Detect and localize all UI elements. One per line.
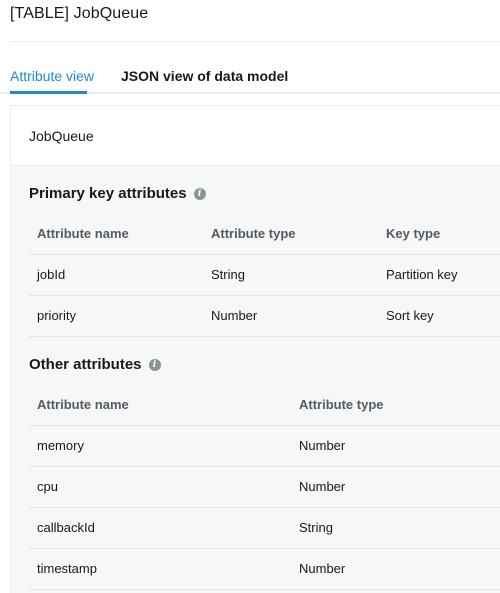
attribute-type: Number [299, 561, 346, 576]
attribute-name: timestamp [37, 561, 97, 576]
tab-attribute-view[interactable]: Attribute view [10, 68, 94, 84]
key-type: Partition key [386, 267, 458, 282]
column-header: Attribute name [37, 397, 129, 412]
other-attributes-section-title: Other attributes i [29, 356, 161, 373]
table-row: priority Number Sort key [29, 296, 500, 337]
title-divider [10, 41, 500, 42]
attribute-type: String [211, 267, 245, 282]
primary-key-heading: Primary key attributes [29, 185, 187, 202]
attribute-name: callbackId [37, 520, 95, 535]
table-row: timestamp Number [29, 549, 500, 590]
info-icon[interactable]: i [193, 187, 206, 200]
table-row: memory Number [29, 426, 500, 467]
table-name: JobQueue [29, 128, 94, 144]
attribute-type: String [299, 520, 333, 535]
column-header: Attribute name [37, 226, 129, 241]
info-icon[interactable]: i [148, 358, 161, 371]
active-tab-indicator [10, 91, 87, 94]
column-header: Attribute type [211, 226, 296, 241]
table-row: callbackId String [29, 508, 500, 549]
other-attributes-heading: Other attributes [29, 356, 142, 373]
page-title: [TABLE] JobQueue [10, 5, 149, 22]
attribute-type: Number [211, 308, 258, 323]
table-row: jobId String Partition key [29, 255, 500, 296]
panel-header: JobQueue [11, 106, 500, 166]
attribute-name: cpu [37, 479, 58, 494]
primary-key-header-row: Attribute name Attribute type Key type [29, 214, 500, 255]
attribute-type: Number [299, 479, 346, 494]
attribute-name: memory [37, 438, 84, 453]
column-header: Attribute type [299, 397, 384, 412]
attribute-name: jobId [37, 267, 66, 282]
column-header: Key type [386, 226, 441, 241]
primary-key-section-title: Primary key attributes i [29, 185, 206, 202]
key-type: Sort key [386, 308, 434, 323]
attribute-name: priority [37, 308, 77, 323]
table-row: cpu Number [29, 467, 500, 508]
attribute-panel: JobQueue Primary key attributes i Attrib… [10, 105, 500, 593]
attribute-type: Number [299, 438, 346, 453]
tab-json-view[interactable]: JSON view of data model [121, 68, 288, 84]
other-attributes-header-row: Attribute name Attribute type [29, 385, 500, 426]
tab-bar: Attribute view JSON view of data model [0, 58, 500, 94]
